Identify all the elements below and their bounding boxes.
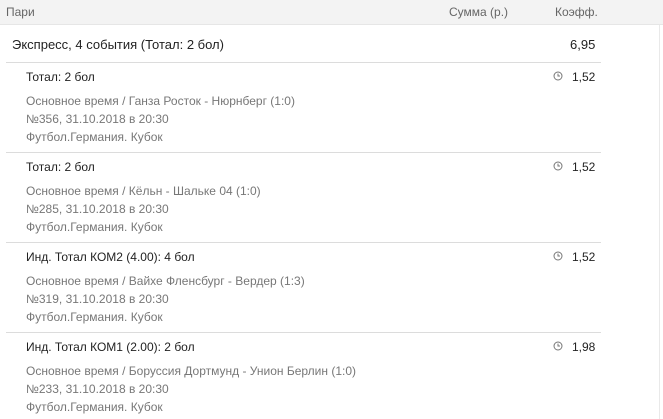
express-title: Экспресс, 4 события (Тотал: 2 бол)	[12, 37, 224, 52]
event-item[interactable]: Тотал: 2 бол 1,52 Основное время / Кёльн…	[6, 152, 601, 242]
event-coef: 1,52	[572, 70, 596, 84]
event-info: №356, 31.10.2018 в 20:30	[26, 112, 169, 126]
header-coef-label: Коэфф.	[555, 5, 598, 19]
event-item[interactable]: Тотал: 2 бол 1,52 Основное время / Ганза…	[6, 62, 601, 152]
event-info: №319, 31.10.2018 в 20:30	[26, 292, 169, 306]
event-league: Футбол.Германия. Кубок	[26, 310, 163, 324]
event-info: №233, 31.10.2018 в 20:30	[26, 382, 169, 396]
event-match: Основное время / Вайхе Фленсбург - Верде…	[26, 274, 305, 288]
event-league: Футбол.Германия. Кубок	[26, 220, 163, 234]
express-bet-row[interactable]: Экспресс, 4 события (Тотал: 2 бол) 6,95	[0, 25, 663, 62]
event-coef: 1,52	[572, 160, 596, 174]
express-coef: 6,95	[570, 37, 596, 52]
header-bets-label: Пари	[6, 5, 35, 19]
event-league: Футбол.Германия. Кубок	[26, 130, 163, 144]
event-market: Инд. Тотал КОМ2 (4.00): 4 бол	[26, 250, 195, 264]
event-league: Футбол.Германия. Кубок	[26, 400, 163, 414]
event-item[interactable]: Инд. Тотал КОМ1 (2.00): 2 бол 1,98 Основ…	[6, 332, 601, 419]
event-market: Тотал: 2 бол	[26, 160, 95, 174]
event-item[interactable]: Инд. Тотал КОМ2 (4.00): 4 бол 1,52 Основ…	[6, 242, 601, 332]
clock-icon	[553, 341, 563, 351]
event-match: Основное время / Кёльн - Шальке 04 (1:0)	[26, 184, 261, 198]
event-market: Инд. Тотал КОМ1 (2.00): 2 бол	[26, 340, 195, 354]
table-header: Пари Сумма (р.) Коэфф.	[0, 0, 663, 25]
clock-icon	[553, 71, 563, 81]
scrollbar-track[interactable]	[659, 25, 660, 419]
header-sum-label: Сумма (р.)	[449, 5, 509, 19]
event-coef: 1,52	[572, 250, 596, 264]
event-market: Тотал: 2 бол	[26, 70, 95, 84]
event-match: Основное время / Боруссия Дортмунд - Уни…	[26, 364, 356, 378]
clock-icon	[553, 251, 563, 261]
event-coef: 1,98	[572, 340, 596, 354]
event-match: Основное время / Ганза Росток - Нюрнберг…	[26, 94, 295, 108]
clock-icon	[553, 161, 563, 171]
event-info: №285, 31.10.2018 в 20:30	[26, 202, 169, 216]
